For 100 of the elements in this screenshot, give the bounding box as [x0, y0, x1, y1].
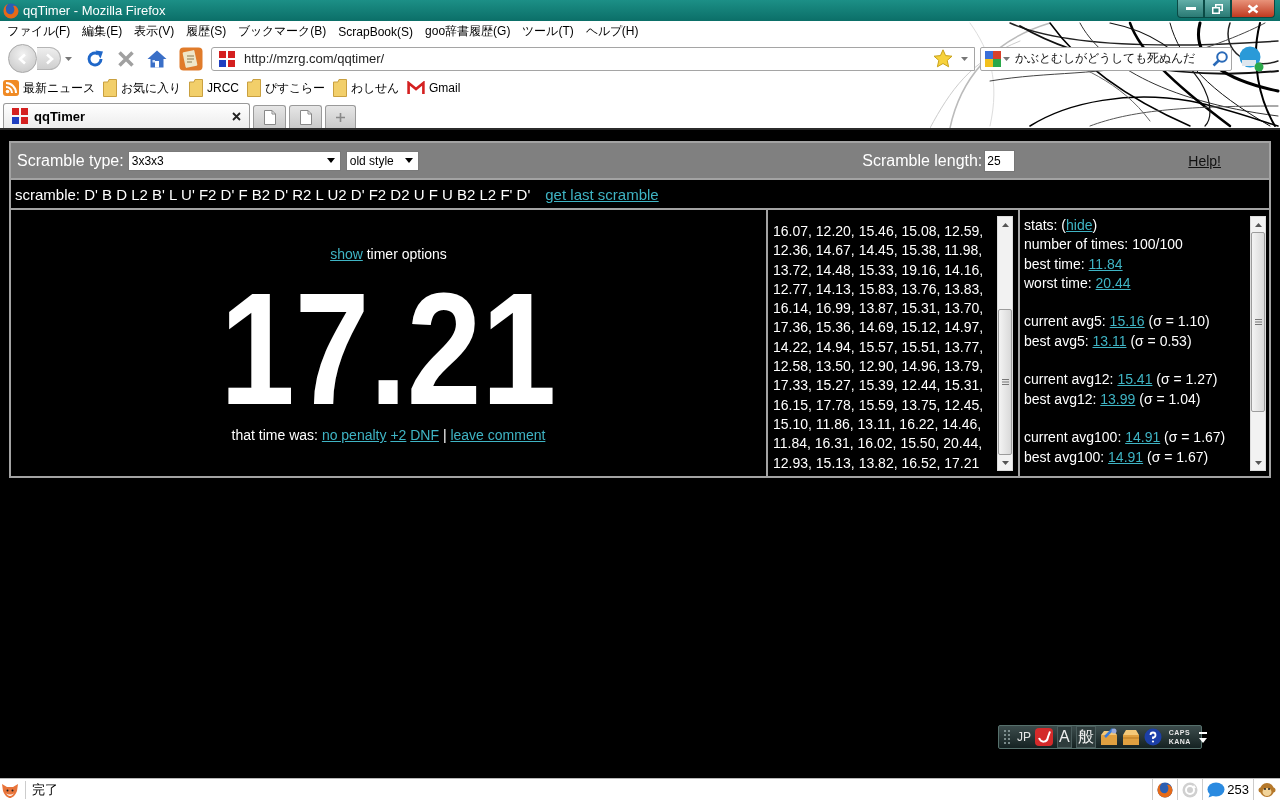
drag-handle-icon[interactable] — [1003, 729, 1011, 745]
chat-status-icon[interactable] — [1238, 45, 1264, 72]
speech-bubble-icon[interactable] — [1207, 781, 1226, 798]
caret-down-icon — [326, 158, 335, 163]
grip-icon — [1254, 319, 1262, 325]
menu-item[interactable]: ScrapBook(S) — [332, 24, 420, 39]
scrollbar[interactable] — [1250, 216, 1266, 471]
show-link[interactable]: show — [330, 246, 363, 262]
leave-comment-link[interactable]: leave comment — [450, 427, 546, 443]
bookmark-item[interactable]: JRCC — [189, 79, 239, 97]
folder-icon — [247, 79, 261, 97]
stat-link[interactable]: hide — [1066, 217, 1093, 233]
folder-icon — [333, 79, 347, 97]
tab[interactable] — [289, 105, 322, 128]
help-link[interactable]: Help! — [1188, 152, 1221, 169]
minimize-icon[interactable] — [1198, 731, 1207, 734]
stats-line: worst time: 20.44 — [1024, 273, 1132, 293]
restore-button[interactable] — [1204, 0, 1231, 18]
ime-language-button[interactable]: JP — [1017, 730, 1031, 744]
stat-link[interactable]: 20.44 — [1095, 274, 1131, 291]
status-text: 完了 — [25, 780, 58, 799]
monkey-icon[interactable] — [1258, 780, 1276, 799]
plus-icon — [336, 112, 345, 122]
input-mode-button[interactable]: A — [1057, 726, 1072, 748]
stat-link[interactable]: 15.16 — [1109, 313, 1145, 330]
box-icon[interactable] — [1121, 728, 1140, 746]
site-favicon-icon — [219, 50, 235, 67]
star-icon[interactable] — [933, 49, 953, 68]
tab[interactable]: qqTimer — [3, 103, 250, 128]
menu-item[interactable]: ファイル(F) — [1, 23, 77, 40]
scramble-style-select[interactable]: old style — [345, 150, 419, 171]
check-mark-icon[interactable] — [1035, 728, 1053, 746]
box-with-pen-icon[interactable] — [1099, 728, 1118, 746]
timer-options-text: show timer options — [330, 245, 447, 264]
stat-link[interactable]: 14.91 — [1108, 448, 1144, 465]
stats-line: current avg12: 15.41 (σ = 1.27) — [1024, 370, 1219, 390]
penalty-link[interactable]: DNF — [410, 427, 439, 443]
stats-line: number of times: 100/100 — [1024, 235, 1184, 255]
site-favicon-icon — [12, 108, 28, 124]
close-icon — [1247, 3, 1259, 14]
close-button[interactable] — [1231, 0, 1275, 18]
caret-down-icon[interactable] — [1254, 460, 1262, 465]
penalty-link[interactable]: no penalty — [321, 427, 387, 443]
firefox-logo-icon — [3, 2, 19, 19]
solve-times-list: 16.07, 12.20, 15.46, 15.08, 12.59, 12.36, 14.67, 14.45, 15.38, 11.98, 13.72, 14.48, 15.33, 19.16, 14.16, 12.77, 14.13, 15.83, 13.76, 13.83, 16.14, 16.99, 13.87, 15.31, 13.70, 17.36, 15.36, 14.69, 15.12, 14.97, 14.22, 14.94, 15.57, 15.51, 13.77, 12.58, 13.50, 12.90, 14.96, 13.79, 17.33, 15.27, 15.39, 12.44, 15.31, 16.15, 17.78, 15.59, 13.75, 12.45, 15.10, 11.86, 13.11, 16.22, 14.46, 11.84, 16.31, 16.02, 15.50, 20.44, 12.93, 15.13, 13.82, 16.52, 17.21 — [773, 222, 997, 473]
menu-item[interactable]: 履歴(S) — [180, 23, 233, 40]
page-icon — [299, 109, 312, 125]
stat-link[interactable]: 11.84 — [1088, 255, 1123, 272]
feed-icon — [3, 80, 19, 96]
stats-line: best time: 11.84 — [1024, 254, 1124, 274]
menu-item[interactable]: ヘルプ(H) — [579, 23, 645, 40]
caret-down-icon[interactable] — [1001, 460, 1009, 465]
stat-link[interactable]: 13.11 — [1092, 332, 1127, 349]
mail-icon — [407, 81, 425, 95]
url-field[interactable]: http://mzrg.com/qqtimer/ — [211, 46, 975, 71]
close-icon[interactable] — [232, 111, 241, 121]
menu-item[interactable]: goo辞書履歴(G) — [419, 23, 517, 40]
scrollbar[interactable] — [997, 216, 1013, 471]
penalty-text: that time was: no penalty +2 DNF | leave comment — [231, 426, 546, 445]
reload-icon — [85, 48, 105, 69]
scrollbar-thumb[interactable] — [998, 309, 1012, 455]
new-tab-button[interactable] — [325, 105, 356, 128]
search-engine-icon[interactable] — [985, 50, 1001, 67]
caret-up-icon[interactable] — [1001, 222, 1009, 227]
search-field[interactable]: かぶとむしがどうしても死ぬんだ — [980, 46, 1232, 71]
stats-line: best avg5: 13.11 (σ = 0.53) — [1024, 331, 1193, 351]
menu-item[interactable]: ブックマーク(B) — [232, 23, 333, 40]
caret-down-icon[interactable] — [1198, 737, 1207, 743]
get-last-scramble-link[interactable]: get last scramble — [545, 185, 659, 203]
home-icon — [147, 49, 167, 68]
minimize-button[interactable] — [1177, 0, 1204, 18]
bookmark-item[interactable]: 最新ニュース — [3, 79, 95, 97]
stat-link[interactable]: 15.41 — [1117, 371, 1153, 388]
bookmark-item[interactable]: お気に入り — [103, 79, 181, 97]
menu-item[interactable]: 表示(V) — [128, 23, 181, 40]
help-icon[interactable] — [1143, 728, 1162, 746]
menu-item[interactable]: 編集(E) — [76, 23, 129, 40]
scramble-length-label: Scramble length: — [862, 151, 983, 170]
bookmark-item[interactable]: ぴすこらー — [247, 79, 325, 97]
stat-link[interactable]: 13.99 — [1100, 390, 1136, 407]
search-icon[interactable] — [1212, 50, 1228, 67]
page-icon — [263, 109, 276, 125]
bookmark-item[interactable]: Gmail — [407, 81, 461, 95]
menu-item[interactable]: ツール(T) — [516, 23, 580, 40]
scramble-length-field[interactable]: 25 — [984, 149, 1016, 172]
stat-link[interactable]: 14.91 — [1125, 429, 1161, 446]
caret-up-icon[interactable] — [1254, 222, 1262, 227]
folder-icon — [103, 79, 117, 97]
conversion-mode-button[interactable]: 般 — [1075, 726, 1096, 748]
bookmark-item[interactable]: わしせん — [333, 79, 399, 97]
penalty-link[interactable]: +2 — [390, 427, 407, 443]
tab[interactable] — [253, 105, 286, 128]
stats-line: best avg12: 13.99 (σ = 1.04) — [1024, 389, 1202, 409]
browser-logo-icon[interactable] — [1157, 781, 1174, 798]
scrollbar-thumb[interactable] — [1251, 232, 1265, 412]
folder-icon — [189, 79, 203, 97]
stats-line: current avg100: 14.91 (σ = 1.67) — [1024, 428, 1227, 448]
scramble-type-select[interactable]: 3x3x3 — [127, 150, 341, 171]
notebook-icon — [179, 46, 203, 71]
window-title: qqTimer - Mozilla Firefox — [23, 3, 166, 18]
